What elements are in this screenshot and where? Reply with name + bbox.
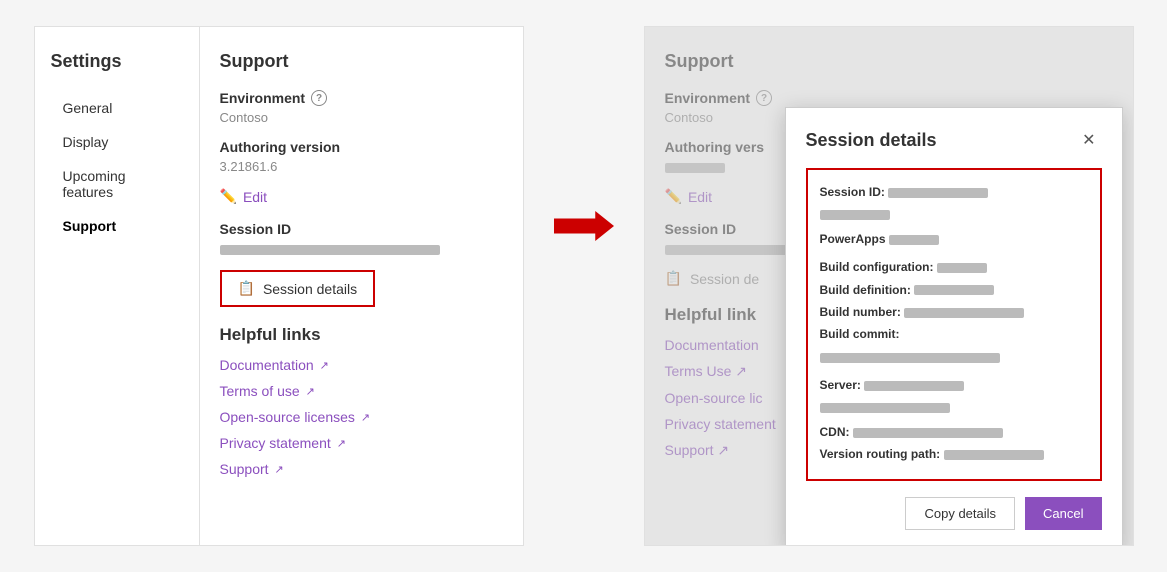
session-id-label: Session ID (220, 221, 503, 237)
session-id-row2 (820, 204, 1088, 224)
modal-body: Session ID: PowerApps Build configuratio… (806, 168, 1102, 481)
copy-details-button[interactable]: Copy details (905, 497, 1015, 530)
build-def-row: Build definition: (820, 280, 1088, 300)
environment-label: Environment ? (220, 90, 503, 106)
link-support[interactable]: Support ↗ (220, 461, 503, 477)
server-section: Server: (820, 375, 1088, 418)
external-link-icon-5: ↗ (275, 463, 284, 476)
cancel-button[interactable]: Cancel (1025, 497, 1101, 530)
sidebar-item-display[interactable]: Display (51, 126, 183, 158)
link-privacy[interactable]: Privacy statement ↗ (220, 435, 503, 451)
sidebar-item-general[interactable]: General (51, 92, 183, 124)
powerapps-row: PowerApps (820, 229, 1088, 249)
sidebar-title: Settings (51, 51, 183, 72)
build-config-row: Build configuration: (820, 257, 1088, 277)
edit-button[interactable]: ✏️ Edit (220, 188, 503, 205)
build-commit-row: Build commit: (820, 324, 1088, 344)
session-id-value (220, 241, 503, 256)
build-section: Build configuration: Build definition: B… (820, 257, 1088, 367)
build-number-row: Build number: (820, 302, 1088, 322)
left-panel: Settings General Display Upcoming featur… (34, 26, 524, 546)
powerapps-blurred (889, 235, 939, 245)
session-id-blurred (220, 245, 440, 255)
support-section-title: Support (220, 51, 503, 72)
sidebar-item-support[interactable]: Support (51, 210, 183, 242)
document-icon: 📋 (238, 280, 255, 297)
build-commit-val-row (820, 347, 1088, 367)
helpful-links-title: Helpful links (220, 325, 503, 345)
version-routing-row: Version routing path: (820, 444, 1088, 464)
authoring-label: Authoring version (220, 139, 503, 155)
external-link-icon: ↗ (320, 359, 329, 372)
session-id-row: Session ID: (820, 182, 1088, 202)
sidebar-item-upcoming[interactable]: Upcoming features (51, 160, 183, 208)
right-panel: Support Environment ? Contoso Authoring … (644, 26, 1134, 546)
external-link-icon-4: ↗ (337, 437, 346, 450)
cdn-section: CDN: Version routing path: (820, 422, 1088, 465)
modal-header: Session details ✕ (806, 128, 1102, 152)
modal-close-button[interactable]: ✕ (1076, 128, 1101, 152)
pencil-icon: ✏️ (220, 188, 237, 205)
external-link-icon-2: ↗ (306, 385, 315, 398)
session-details-modal: Session details ✕ Session ID: PowerApps (785, 107, 1123, 546)
session-id-blurred-1 (888, 188, 988, 198)
session-id-blurred-2 (820, 210, 890, 220)
link-open-source[interactable]: Open-source licenses ↗ (220, 409, 503, 425)
cdn-row: CDN: (820, 422, 1088, 442)
authoring-value: 3.21861.6 (220, 159, 503, 174)
support-content: Support Environment ? Contoso Authoring … (200, 27, 523, 545)
sidebar: Settings General Display Upcoming featur… (35, 27, 200, 545)
link-documentation[interactable]: Documentation ↗ (220, 357, 503, 373)
modal-title: Session details (806, 130, 937, 151)
server-row: Server: (820, 375, 1088, 395)
environment-info-icon[interactable]: ? (311, 90, 327, 106)
arrow-container (554, 26, 614, 246)
link-terms-of-use[interactable]: Terms of use ↗ (220, 383, 503, 399)
environment-value: Contoso (220, 110, 503, 125)
external-link-icon-3: ↗ (361, 411, 370, 424)
server-url-row (820, 398, 1088, 418)
direction-arrow (554, 206, 614, 246)
session-details-button[interactable]: 📋 Session details (220, 270, 376, 307)
modal-footer: Copy details Cancel (806, 497, 1102, 530)
main-container: Settings General Display Upcoming featur… (34, 26, 1134, 546)
